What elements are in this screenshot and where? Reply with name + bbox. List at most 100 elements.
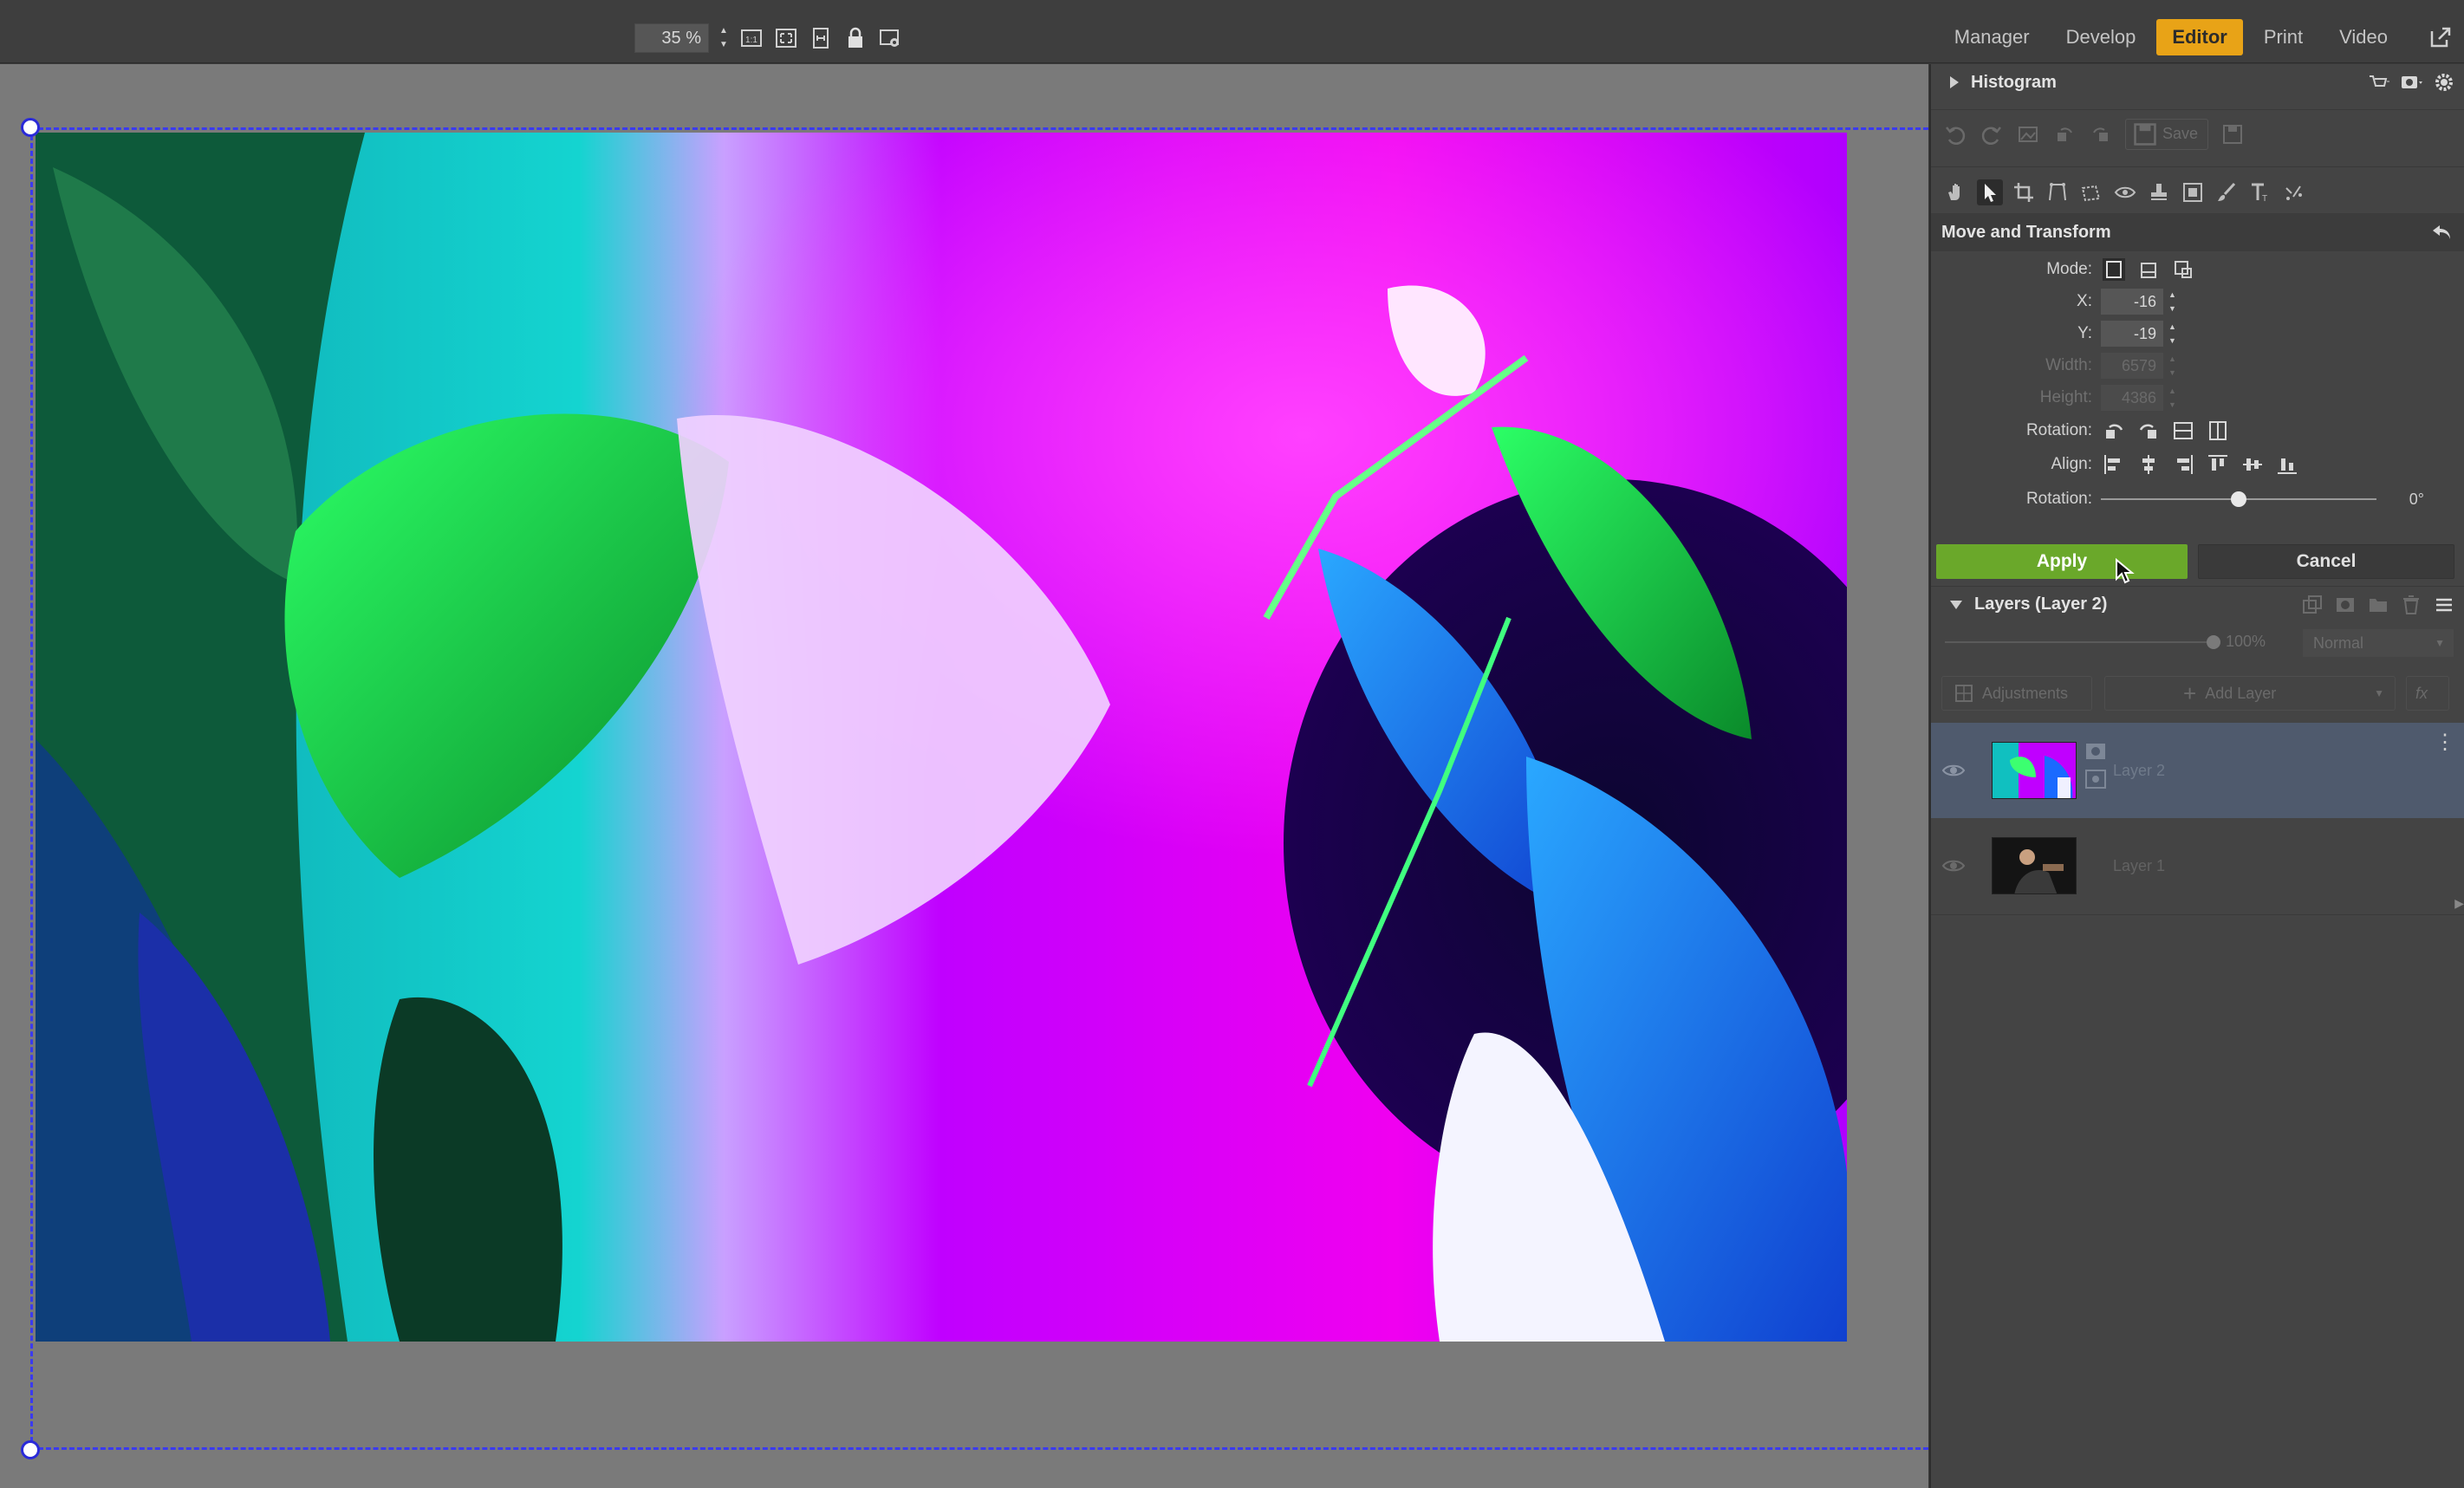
panel-expand-arrow-icon[interactable]: ▶ — [2454, 896, 2464, 911]
layer-options-icon[interactable]: ⋮ — [2435, 730, 2455, 755]
x-input[interactable]: -16 — [2101, 289, 2163, 315]
layer-mask-icon[interactable] — [2334, 594, 2357, 616]
x-label: X: — [2077, 292, 2092, 310]
duplicate-layer-icon[interactable] — [2301, 594, 2324, 616]
rotate-right-icon[interactable] — [2089, 122, 2113, 146]
layer-mask-toggle-icon[interactable] — [2085, 742, 2106, 761]
visibility-eye-icon[interactable] — [1941, 758, 1966, 783]
mode-row: Mode: — [1931, 254, 2464, 285]
popout-window-icon[interactable] — [2428, 24, 2454, 50]
layer-row-layer-2[interactable]: Layer 2 ⋮ — [1931, 723, 2464, 818]
hand-tool-icon[interactable] — [1943, 179, 1969, 205]
width-stepper[interactable]: ▲ ▼ — [2168, 354, 2179, 378]
red-eye-tool-icon[interactable] — [2112, 179, 2138, 205]
layer-2-thumbnail — [1992, 742, 2077, 799]
clone-stamp-icon[interactable] — [2146, 179, 2172, 205]
rotation-slider-thumb[interactable] — [2231, 491, 2246, 507]
blend-mode-select[interactable]: Normal ▼ — [2303, 629, 2454, 657]
align-left-icon[interactable] — [2101, 452, 2127, 478]
align-middle-icon[interactable] — [2240, 452, 2266, 478]
mouse-cursor-icon — [2116, 558, 2135, 584]
overlay-settings-icon[interactable] — [877, 25, 903, 51]
align-top-icon[interactable] — [2205, 452, 2231, 478]
rotate-ccw-icon[interactable] — [2101, 418, 2127, 444]
camera-view-icon[interactable] — [2400, 71, 2422, 94]
mode-move-icon[interactable] — [2101, 257, 2127, 283]
y-stepper[interactable]: ▲ ▼ — [2168, 322, 2179, 346]
mode-transform-icon[interactable] — [2170, 257, 2196, 283]
align-right-icon[interactable] — [2170, 452, 2196, 478]
layer-folder-icon[interactable] — [2367, 594, 2389, 616]
align-bottom-icon[interactable] — [2274, 452, 2300, 478]
perspective-tool-icon[interactable] — [2045, 179, 2071, 205]
adjustments-icon — [1955, 685, 1973, 702]
save-icon — [2134, 122, 2156, 146]
mask-tool-icon[interactable] — [2180, 179, 2206, 205]
y-input[interactable]: -19 — [2101, 321, 2163, 347]
tab-video[interactable]: Video — [2324, 19, 2403, 55]
layers-menu-icon[interactable] — [2433, 594, 2455, 616]
tab-editor[interactable]: Editor — [2156, 19, 2243, 55]
image-history-icon[interactable] — [2016, 122, 2040, 146]
zoom-stepper[interactable]: ▲ ▼ — [718, 25, 730, 51]
x-stepper[interactable]: ▲ ▼ — [2168, 289, 2179, 314]
save-as-icon[interactable] — [2220, 122, 2245, 146]
module-tabs: Manager Develop Editor Print Video — [1939, 19, 2403, 55]
cancel-button[interactable]: Cancel — [2198, 544, 2454, 579]
move-transform-title: Move and Transform — [1941, 222, 2111, 242]
transform-handle-top-left[interactable] — [21, 118, 40, 137]
fx-button[interactable]: fx — [2406, 676, 2449, 711]
add-layer-button[interactable]: + Add Layer ▼ — [2104, 676, 2396, 711]
rotate-left-icon[interactable] — [2052, 122, 2077, 146]
opacity-slider-thumb[interactable] — [2207, 635, 2220, 649]
fit-width-icon[interactable] — [808, 25, 834, 51]
align-row: Align: — [1931, 449, 2464, 480]
top-bar: 35 % ▲ ▼ 1:1 Manager Develop Editor Print… — [0, 0, 2464, 63]
align-center-icon[interactable] — [2136, 452, 2162, 478]
selection-tool-icon[interactable] — [2078, 179, 2104, 205]
tab-develop[interactable]: Develop — [2051, 19, 2152, 55]
delete-layer-icon[interactable] — [2400, 594, 2422, 616]
opacity-slider[interactable] — [1945, 641, 2214, 643]
settings-gear-icon[interactable] — [2433, 71, 2455, 94]
lock-icon[interactable] — [842, 25, 868, 51]
brush-tool-icon[interactable] — [2214, 179, 2240, 205]
tab-print[interactable]: Print — [2248, 19, 2318, 55]
transform-handle-bottom-left[interactable] — [21, 1440, 40, 1459]
rotation-slider[interactable] — [2101, 486, 2376, 512]
undo-icon[interactable] — [1943, 122, 1967, 146]
layer-settings-icon[interactable] — [2085, 770, 2106, 789]
rotate-cw-icon[interactable] — [2136, 418, 2162, 444]
mode-canvas-icon[interactable] — [2136, 257, 2162, 283]
histogram-header[interactable]: Histogram — [1931, 64, 2464, 101]
actual-size-icon[interactable]: 1:1 — [738, 25, 764, 51]
height-stepper[interactable]: ▲ ▼ — [2168, 386, 2179, 410]
layer-actions-row: Adjustments + Add Layer ▼ fx — [1931, 669, 2464, 721]
adjustments-button[interactable]: Adjustments — [1941, 676, 2092, 711]
crop-tool-icon[interactable] — [2011, 179, 2037, 205]
cart-icon[interactable] — [2367, 71, 2389, 94]
more-tools-icon[interactable] — [2281, 179, 2307, 205]
redo-icon[interactable] — [1980, 122, 2004, 146]
reset-arrow-icon[interactable] — [2429, 220, 2454, 244]
height-input[interactable]: 4386 — [2101, 385, 2163, 411]
save-label: Save — [2162, 125, 2199, 142]
editor-tools: T — [1931, 166, 2464, 217]
fit-to-screen-icon[interactable] — [773, 25, 799, 51]
layer-row-layer-1[interactable]: Layer 1 — [1931, 818, 2464, 913]
image-canvas[interactable] — [0, 64, 1928, 1488]
save-button[interactable]: Save — [2125, 118, 2208, 150]
visibility-eye-icon[interactable] — [1941, 854, 1966, 878]
text-tool-icon[interactable]: T — [2247, 179, 2273, 205]
move-tool-icon[interactable] — [1977, 179, 2003, 205]
layers-header[interactable]: Layers (Layer 2) — [1931, 586, 2464, 622]
height-label: Height: — [2039, 388, 2092, 406]
tab-manager[interactable]: Manager — [1939, 19, 2045, 55]
flip-vertical-icon[interactable] — [2170, 418, 2196, 444]
selection-bounding-box[interactable] — [30, 127, 1928, 1450]
flip-horizontal-icon[interactable] — [2205, 418, 2231, 444]
apply-button[interactable]: Apply — [1936, 544, 2188, 579]
zoom-input[interactable]: 35 % — [634, 23, 709, 53]
width-input[interactable]: 6579 — [2101, 353, 2163, 379]
right-panel: Histogram Save T Move and Transform Mode… — [1929, 64, 2464, 1488]
